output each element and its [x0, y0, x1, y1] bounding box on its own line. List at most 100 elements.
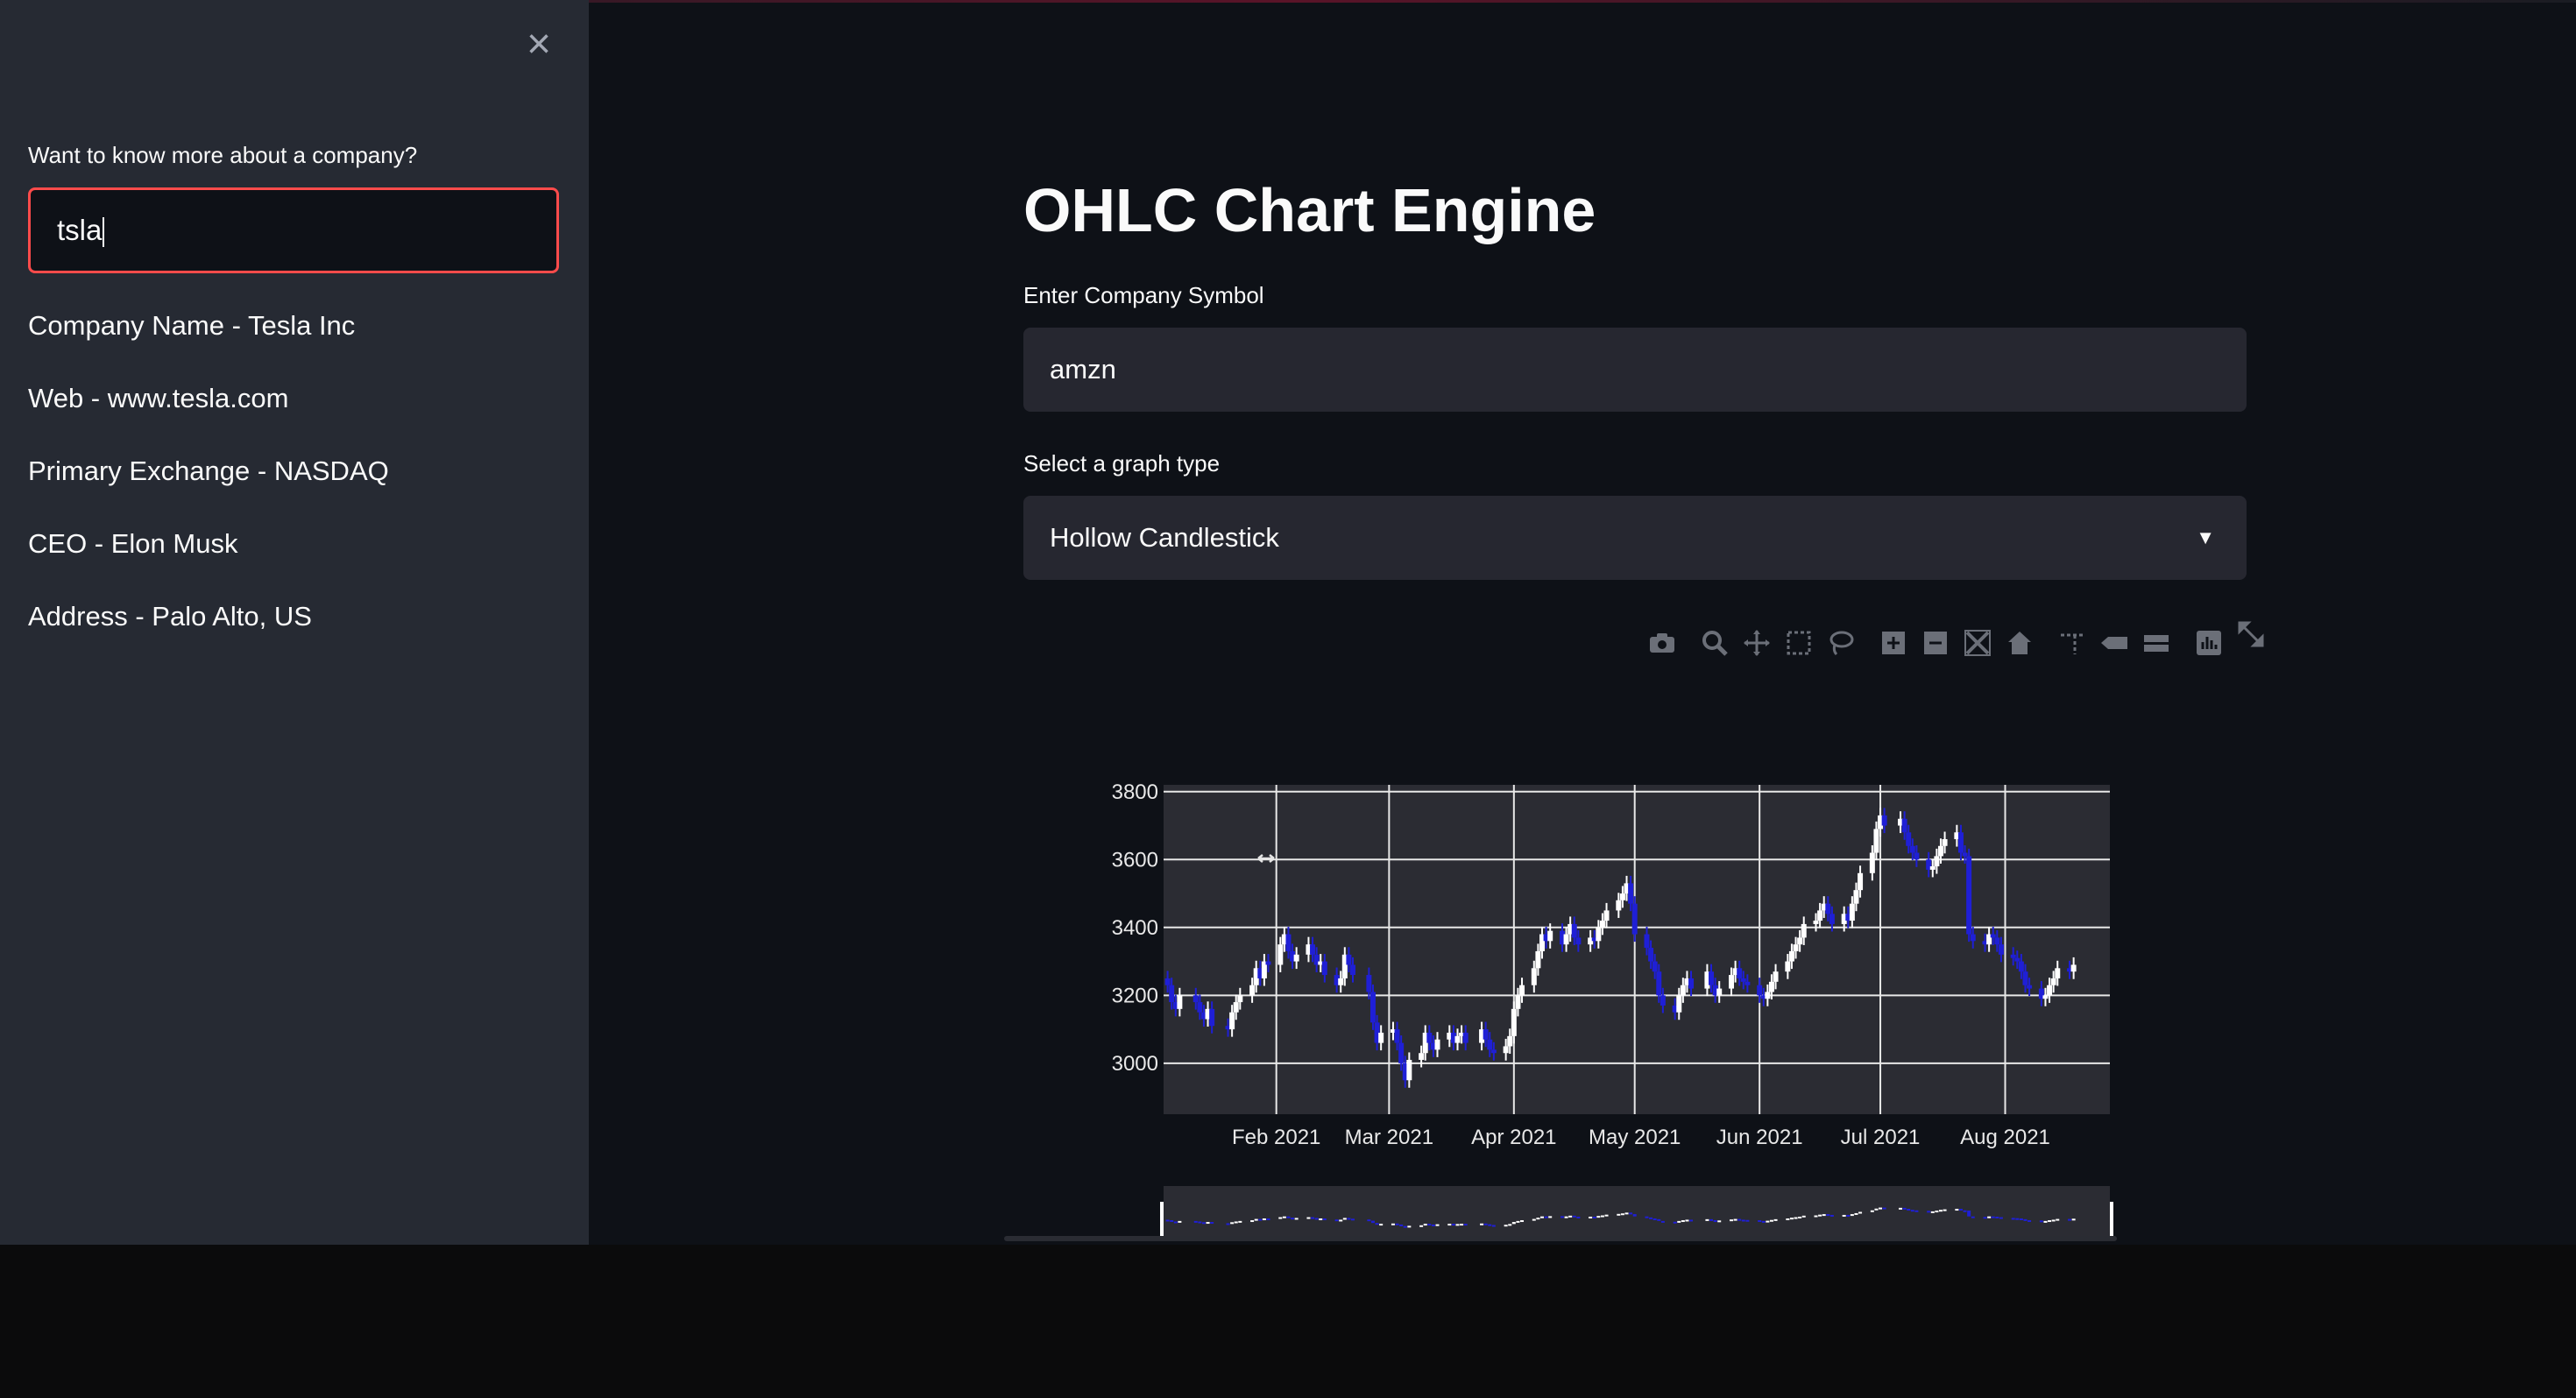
company-web-text: Web - www.tesla.com	[28, 383, 289, 413]
reset-axes-icon[interactable]	[2005, 628, 2035, 658]
range-candle	[1624, 1212, 1629, 1215]
range-candle	[1173, 1221, 1178, 1224]
hover-closest-icon[interactable]	[2099, 628, 2129, 658]
text-caret	[103, 217, 105, 248]
range-candle	[1660, 1220, 1665, 1223]
plotly-logo-icon[interactable]	[2194, 628, 2224, 658]
zoom-icon[interactable]	[1700, 628, 1730, 658]
autoscale-icon[interactable]	[1963, 628, 1992, 658]
candle-body	[1813, 921, 1819, 924]
range-candle	[1681, 1220, 1685, 1223]
graph-type-select[interactable]: Hollow Candlestick ▼	[1023, 496, 2247, 580]
range-candle	[1165, 1219, 1170, 1222]
candle-body	[1765, 992, 1771, 999]
candle-body	[1994, 937, 2000, 945]
candle-body	[1729, 975, 1734, 989]
range-candle	[1902, 1207, 1907, 1210]
range-candle	[1568, 1215, 1573, 1218]
close-icon[interactable]: ×	[517, 23, 561, 67]
spike-lines-icon[interactable]	[2057, 628, 2087, 658]
range-candle	[2023, 1218, 2028, 1221]
candle-body	[1233, 1002, 1239, 1013]
range-candle	[1741, 1219, 1745, 1222]
range-candle	[1460, 1224, 1464, 1226]
range-candle	[1455, 1224, 1460, 1226]
bottom-blank-area	[0, 1245, 2576, 1398]
candle-body	[1906, 832, 1912, 846]
candle-body	[1599, 921, 1605, 928]
x-tick-label: Aug 2021	[1960, 1126, 2050, 1149]
range-slider[interactable]	[1157, 1184, 2120, 1237]
candle-body	[1265, 961, 1271, 965]
ohlc-chart[interactable]: 3000 3200 3400 3600 3800 Feb 2021 Mar 2021 Apr…	[1086, 771, 2138, 1165]
horizontal-scrollbar[interactable]	[1004, 1236, 2117, 1241]
range-candle	[1282, 1216, 1286, 1218]
range-candle	[1379, 1224, 1384, 1226]
camera-icon[interactable]	[1647, 628, 1677, 658]
range-candle	[1850, 1214, 1854, 1217]
fullscreen-icon[interactable]	[2236, 619, 2266, 649]
box-select-icon[interactable]	[1784, 628, 1814, 658]
candle-body	[1656, 971, 1662, 996]
candle-body	[1858, 872, 1864, 891]
range-candle	[1991, 1216, 1995, 1218]
range-candle	[1435, 1224, 1440, 1226]
range-candle	[1705, 1218, 1709, 1221]
candle-body	[1398, 1042, 1405, 1063]
pan-icon[interactable]	[1742, 628, 1772, 658]
range-candle	[1193, 1220, 1198, 1223]
zoom-out-icon[interactable]	[1921, 628, 1950, 658]
candle-body	[1563, 934, 1569, 945]
range-candle	[1427, 1224, 1432, 1226]
x-tick-label: Feb 2021	[1232, 1126, 1320, 1149]
candle-body	[1571, 923, 1577, 938]
range-candle	[1511, 1222, 1516, 1225]
x-tick-label: Mar 2021	[1345, 1126, 1433, 1149]
candle-body	[1676, 995, 1682, 1013]
company-search-input[interactable]: tsla	[28, 187, 559, 273]
candle-body	[1419, 1053, 1425, 1060]
range-candle	[1737, 1218, 1742, 1221]
sidebar: × Want to know more about a company? tsl…	[0, 0, 589, 1245]
range-candle	[1258, 1218, 1263, 1221]
company-exchange-text: Primary Exchange - NASDAQ	[28, 455, 389, 486]
range-candle	[1314, 1218, 1319, 1220]
range-candle	[1395, 1223, 1399, 1225]
y-tick-label: 3600	[1112, 848, 1158, 872]
range-candle	[1480, 1223, 1484, 1225]
candle-body	[1603, 910, 1610, 921]
range-candle	[1958, 1209, 1963, 1211]
range-candle	[1520, 1220, 1525, 1223]
candle-body	[1531, 968, 1537, 985]
range-candle	[1238, 1220, 1242, 1223]
candle-body	[1709, 971, 1715, 985]
candle-body	[1177, 995, 1183, 1009]
candle-body	[1511, 1008, 1517, 1036]
y-axis-ticks: 3000 3200 3400 3600 3800	[1112, 780, 1158, 1076]
candle-body	[1426, 1032, 1433, 1043]
range-candle	[2011, 1218, 2015, 1220]
lasso-icon[interactable]	[1826, 628, 1856, 658]
range-handle-left[interactable]	[1160, 1202, 1164, 1237]
range-candle	[2056, 1218, 2060, 1221]
range-candle	[1717, 1220, 1722, 1223]
plot-area[interactable]	[1164, 785, 2110, 1114]
range-handle-right[interactable]	[2110, 1202, 2113, 1237]
range-candle	[1399, 1224, 1404, 1226]
range-candle	[1632, 1214, 1637, 1217]
range-candle	[1786, 1218, 1790, 1221]
symbol-input[interactable]: amzn	[1023, 328, 2247, 412]
candle-body	[1169, 985, 1175, 1003]
range-candle	[1600, 1215, 1604, 1218]
range-candle	[1564, 1216, 1568, 1218]
range-candle	[1262, 1218, 1266, 1221]
zoom-in-icon[interactable]	[1879, 628, 1908, 658]
range-candle	[1818, 1214, 1822, 1217]
candle-body	[1788, 950, 1794, 962]
range-candle	[1758, 1220, 1762, 1223]
hover-compare-icon[interactable]	[2141, 628, 2171, 658]
range-candle	[1198, 1221, 1202, 1224]
candle-body	[1737, 968, 1743, 978]
candle-body	[1744, 981, 1751, 985]
candle-body	[1652, 961, 1658, 972]
